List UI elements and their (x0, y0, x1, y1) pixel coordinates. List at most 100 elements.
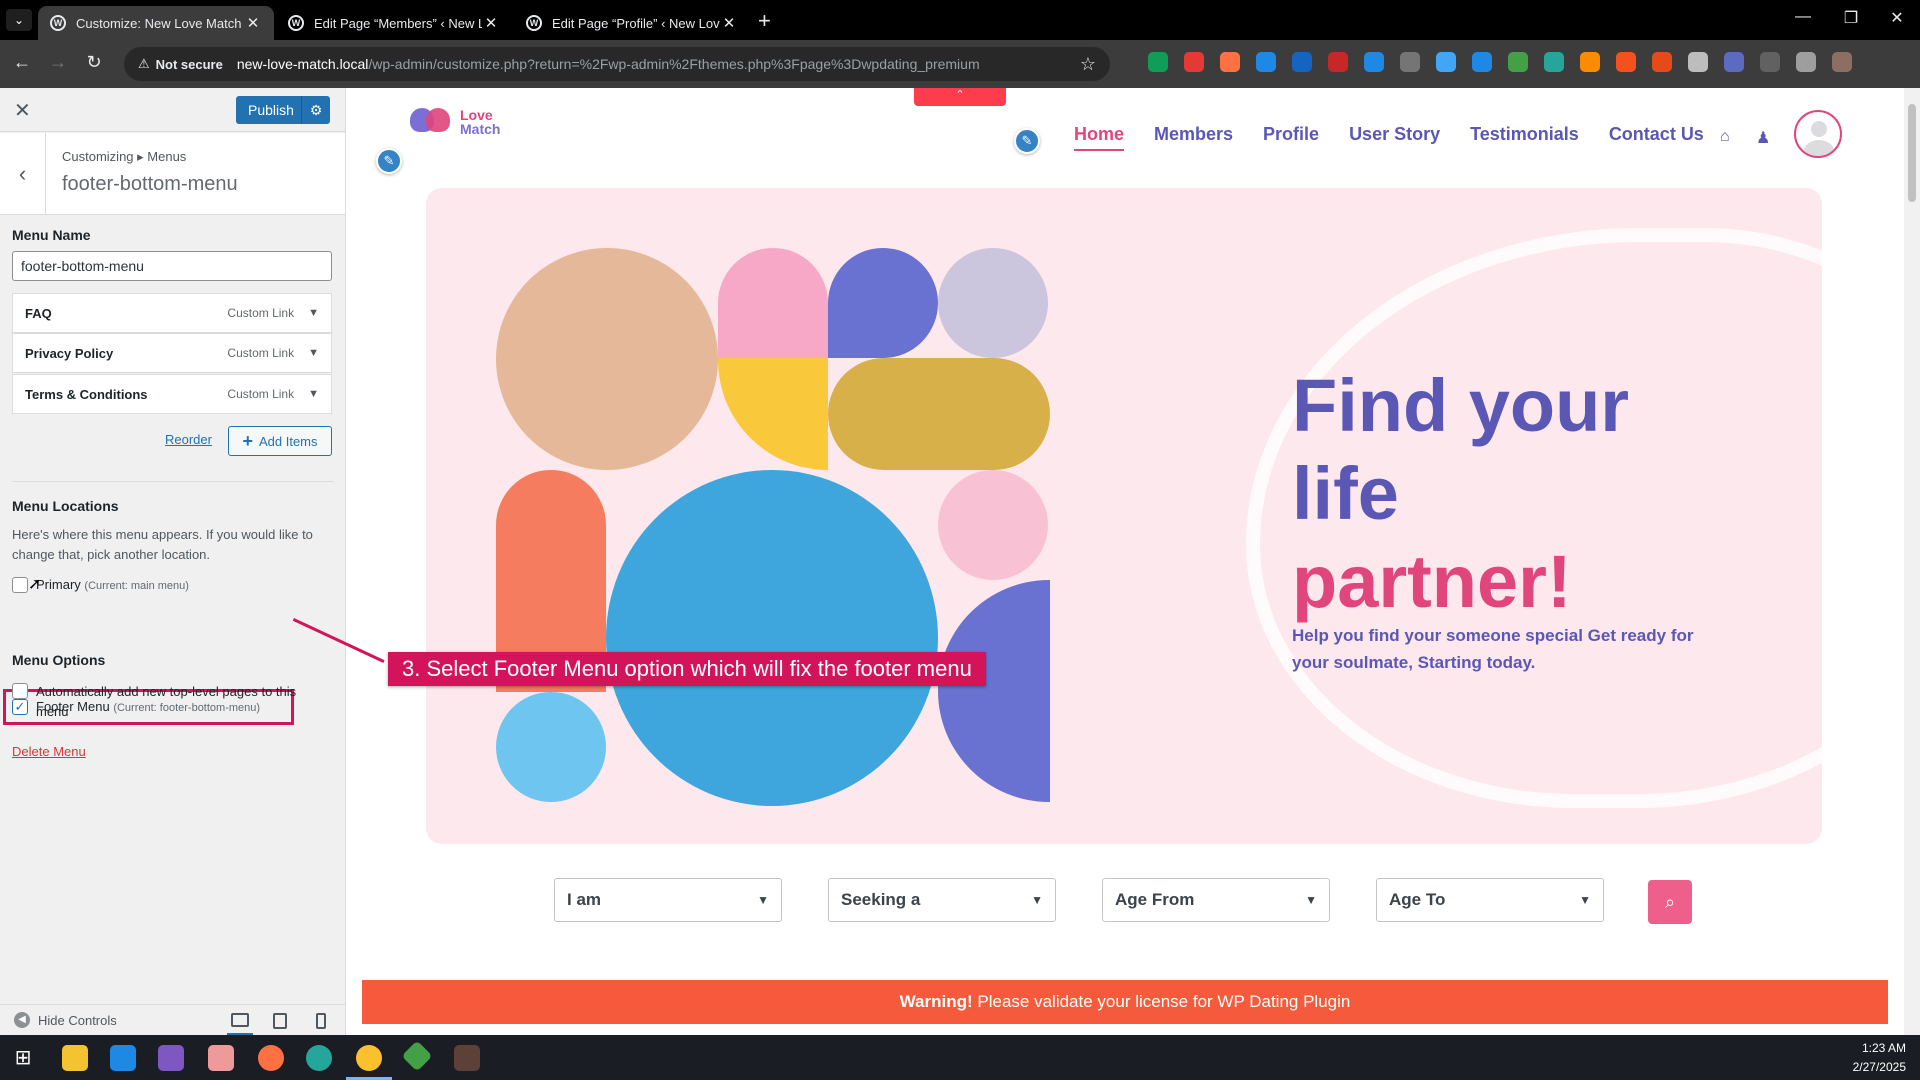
vscode-icon[interactable] (110, 1045, 136, 1071)
site-logo[interactable]: Love Match (410, 108, 500, 136)
auto-add-checkbox[interactable] (12, 683, 28, 699)
menu-item-privacy-policy[interactable]: Privacy Policy Custom Link ▼ (12, 333, 332, 373)
tablet-preview-icon[interactable] (273, 1013, 287, 1029)
bookmark-star-icon[interactable]: ☆ (1080, 54, 1096, 75)
age-from-select[interactable]: Age From ▼ (1102, 878, 1330, 922)
browser-extension-icon[interactable] (1472, 52, 1492, 72)
blue-half-shape (938, 580, 1050, 802)
browser-extension-icon[interactable] (1328, 52, 1348, 72)
browser-extension-icon[interactable] (1832, 52, 1852, 72)
firefox-icon[interactable] (258, 1045, 284, 1071)
app-icon[interactable] (454, 1045, 480, 1071)
nav-home[interactable]: Home (1074, 124, 1125, 151)
app-icon[interactable] (208, 1045, 234, 1071)
menu-name-input[interactable]: footer-bottom-menu (12, 251, 332, 281)
system-clock[interactable]: 1:23 AM 2/27/2025 (1853, 1039, 1906, 1077)
browser-extension-icon[interactable] (1724, 52, 1744, 72)
browser-extension-icon[interactable] (1184, 52, 1204, 72)
clock-time: 1:23 AM (1861, 1041, 1906, 1055)
windows-start-icon[interactable]: ⊞ (10, 1045, 36, 1071)
back-chevron-icon[interactable]: ‹ (0, 133, 46, 215)
users-icon[interactable]: ♟ (1756, 128, 1770, 148)
tab-customize[interactable]: W Customize: New Love Match ✕ (38, 6, 274, 40)
media-app-icon[interactable] (158, 1045, 184, 1071)
close-tab-icon[interactable]: ✕ (482, 14, 500, 32)
app-icon[interactable] (401, 1040, 433, 1072)
add-items-button[interactable]: + Add Items (228, 426, 332, 456)
menu-item-terms[interactable]: Terms & Conditions Custom Link ▼ (12, 374, 332, 414)
nav-user-story[interactable]: User Story (1349, 124, 1440, 151)
footer-location-checkbox[interactable]: ✓ (12, 699, 28, 715)
browser-extension-icon[interactable] (1796, 52, 1816, 72)
back-icon[interactable]: ← (8, 52, 36, 73)
menu-item-faq[interactable]: FAQ Custom Link ▼ (12, 293, 332, 333)
browser-extension-icon[interactable] (1760, 52, 1780, 72)
desktop-preview-icon[interactable] (227, 1013, 253, 1036)
primary-location-label[interactable]: Primary (Current: main menu) (36, 577, 189, 592)
nav-testimonials[interactable]: Testimonials (1470, 124, 1579, 151)
publish-label: Publish (236, 96, 302, 124)
browser-extension-icon[interactable] (1364, 52, 1384, 72)
search-button[interactable]: ⌕ (1648, 880, 1692, 924)
delete-menu-link[interactable]: Delete Menu (12, 744, 86, 759)
nav-profile[interactable]: Profile (1263, 124, 1319, 151)
nav-contact-us[interactable]: Contact Us (1609, 124, 1704, 151)
browser-extension-icon[interactable] (1580, 52, 1600, 72)
gender-select[interactable]: I am ▼ (554, 878, 782, 922)
expand-arrow-icon[interactable]: ▼ (308, 307, 319, 319)
tab-search-chevron-icon[interactable]: ⌄ (6, 9, 32, 31)
forward-icon[interactable]: → (44, 52, 72, 73)
expand-arrow-icon[interactable]: ▼ (308, 388, 319, 400)
top-notification-tab[interactable]: ⌃ (914, 88, 1006, 106)
expand-arrow-icon[interactable]: ▼ (308, 347, 319, 359)
edit-shortcut-pencil-icon[interactable]: ✎ (376, 148, 402, 174)
scrollbar-thumb[interactable] (1908, 104, 1916, 202)
minimize-icon[interactable]: — (1780, 8, 1826, 26)
reload-icon[interactable]: ↻ (80, 52, 108, 73)
edge-icon[interactable] (306, 1045, 332, 1071)
auto-add-label[interactable]: Automatically add new top-level pages to… (36, 682, 306, 722)
browser-extension-icon[interactable] (1688, 52, 1708, 72)
file-explorer-icon[interactable] (62, 1045, 88, 1071)
address-bar[interactable]: ⚠ Not secure new-love-match.local /wp-ad… (124, 47, 1110, 81)
plus-icon: + (242, 430, 253, 451)
gear-icon[interactable]: ⚙ (302, 102, 330, 119)
mobile-preview-icon[interactable] (316, 1013, 326, 1029)
close-tab-icon[interactable]: ✕ (244, 14, 262, 32)
tab-edit-profile[interactable]: W Edit Page “Profile” ‹ New Love M ✕ (514, 6, 750, 40)
tab-edit-members[interactable]: W Edit Page “Members” ‹ New Lo ✕ (276, 6, 512, 40)
gift-icon[interactable]: ⌂ (1720, 128, 1730, 146)
browser-extension-icon[interactable] (1508, 52, 1528, 72)
new-tab-button[interactable]: + (758, 8, 771, 34)
restore-icon[interactable]: ❐ (1828, 8, 1874, 28)
edit-shortcut-pencil-icon[interactable]: ✎ (1014, 128, 1040, 154)
chrome-icon[interactable] (356, 1045, 382, 1071)
license-warning-bar: Warning! Please validate your license fo… (362, 980, 1888, 1024)
chevron-down-icon: ▼ (757, 893, 769, 907)
browser-extension-icon[interactable] (1544, 52, 1564, 72)
close-customizer-icon[interactable]: ✕ (14, 98, 31, 123)
close-tab-icon[interactable]: ✕ (720, 14, 738, 32)
age-to-select[interactable]: Age To ▼ (1376, 878, 1604, 922)
user-avatar[interactable] (1794, 110, 1842, 158)
browser-extension-icon[interactable] (1220, 52, 1240, 72)
browser-extension-icon[interactable] (1292, 52, 1312, 72)
preview-scrollbar[interactable] (1904, 88, 1920, 1035)
publish-button[interactable]: Publish ⚙ (236, 96, 330, 124)
browser-extension-icon[interactable] (1148, 52, 1168, 72)
hide-controls-button[interactable]: ◀ Hide Controls (14, 1012, 117, 1028)
browser-extension-icon[interactable] (1256, 52, 1276, 72)
seeking-select[interactable]: Seeking a ▼ (828, 878, 1056, 922)
reorder-link[interactable]: Reorder (165, 432, 212, 447)
menu-locations-description: Here's where this menu appears. If you w… (12, 527, 313, 562)
browser-extension-icon[interactable] (1436, 52, 1456, 72)
browser-extension-icon[interactable] (1400, 52, 1420, 72)
tab-title: Edit Page “Members” ‹ New Lo (314, 15, 482, 31)
warning-icon: ⚠ (138, 56, 150, 71)
nav-members[interactable]: Members (1154, 124, 1233, 151)
primary-location-checkbox[interactable] (12, 577, 28, 593)
browser-extension-icon[interactable] (1652, 52, 1672, 72)
select-value: I am (567, 890, 602, 909)
close-window-icon[interactable]: ✕ (1874, 8, 1920, 28)
browser-extension-icon[interactable] (1616, 52, 1636, 72)
